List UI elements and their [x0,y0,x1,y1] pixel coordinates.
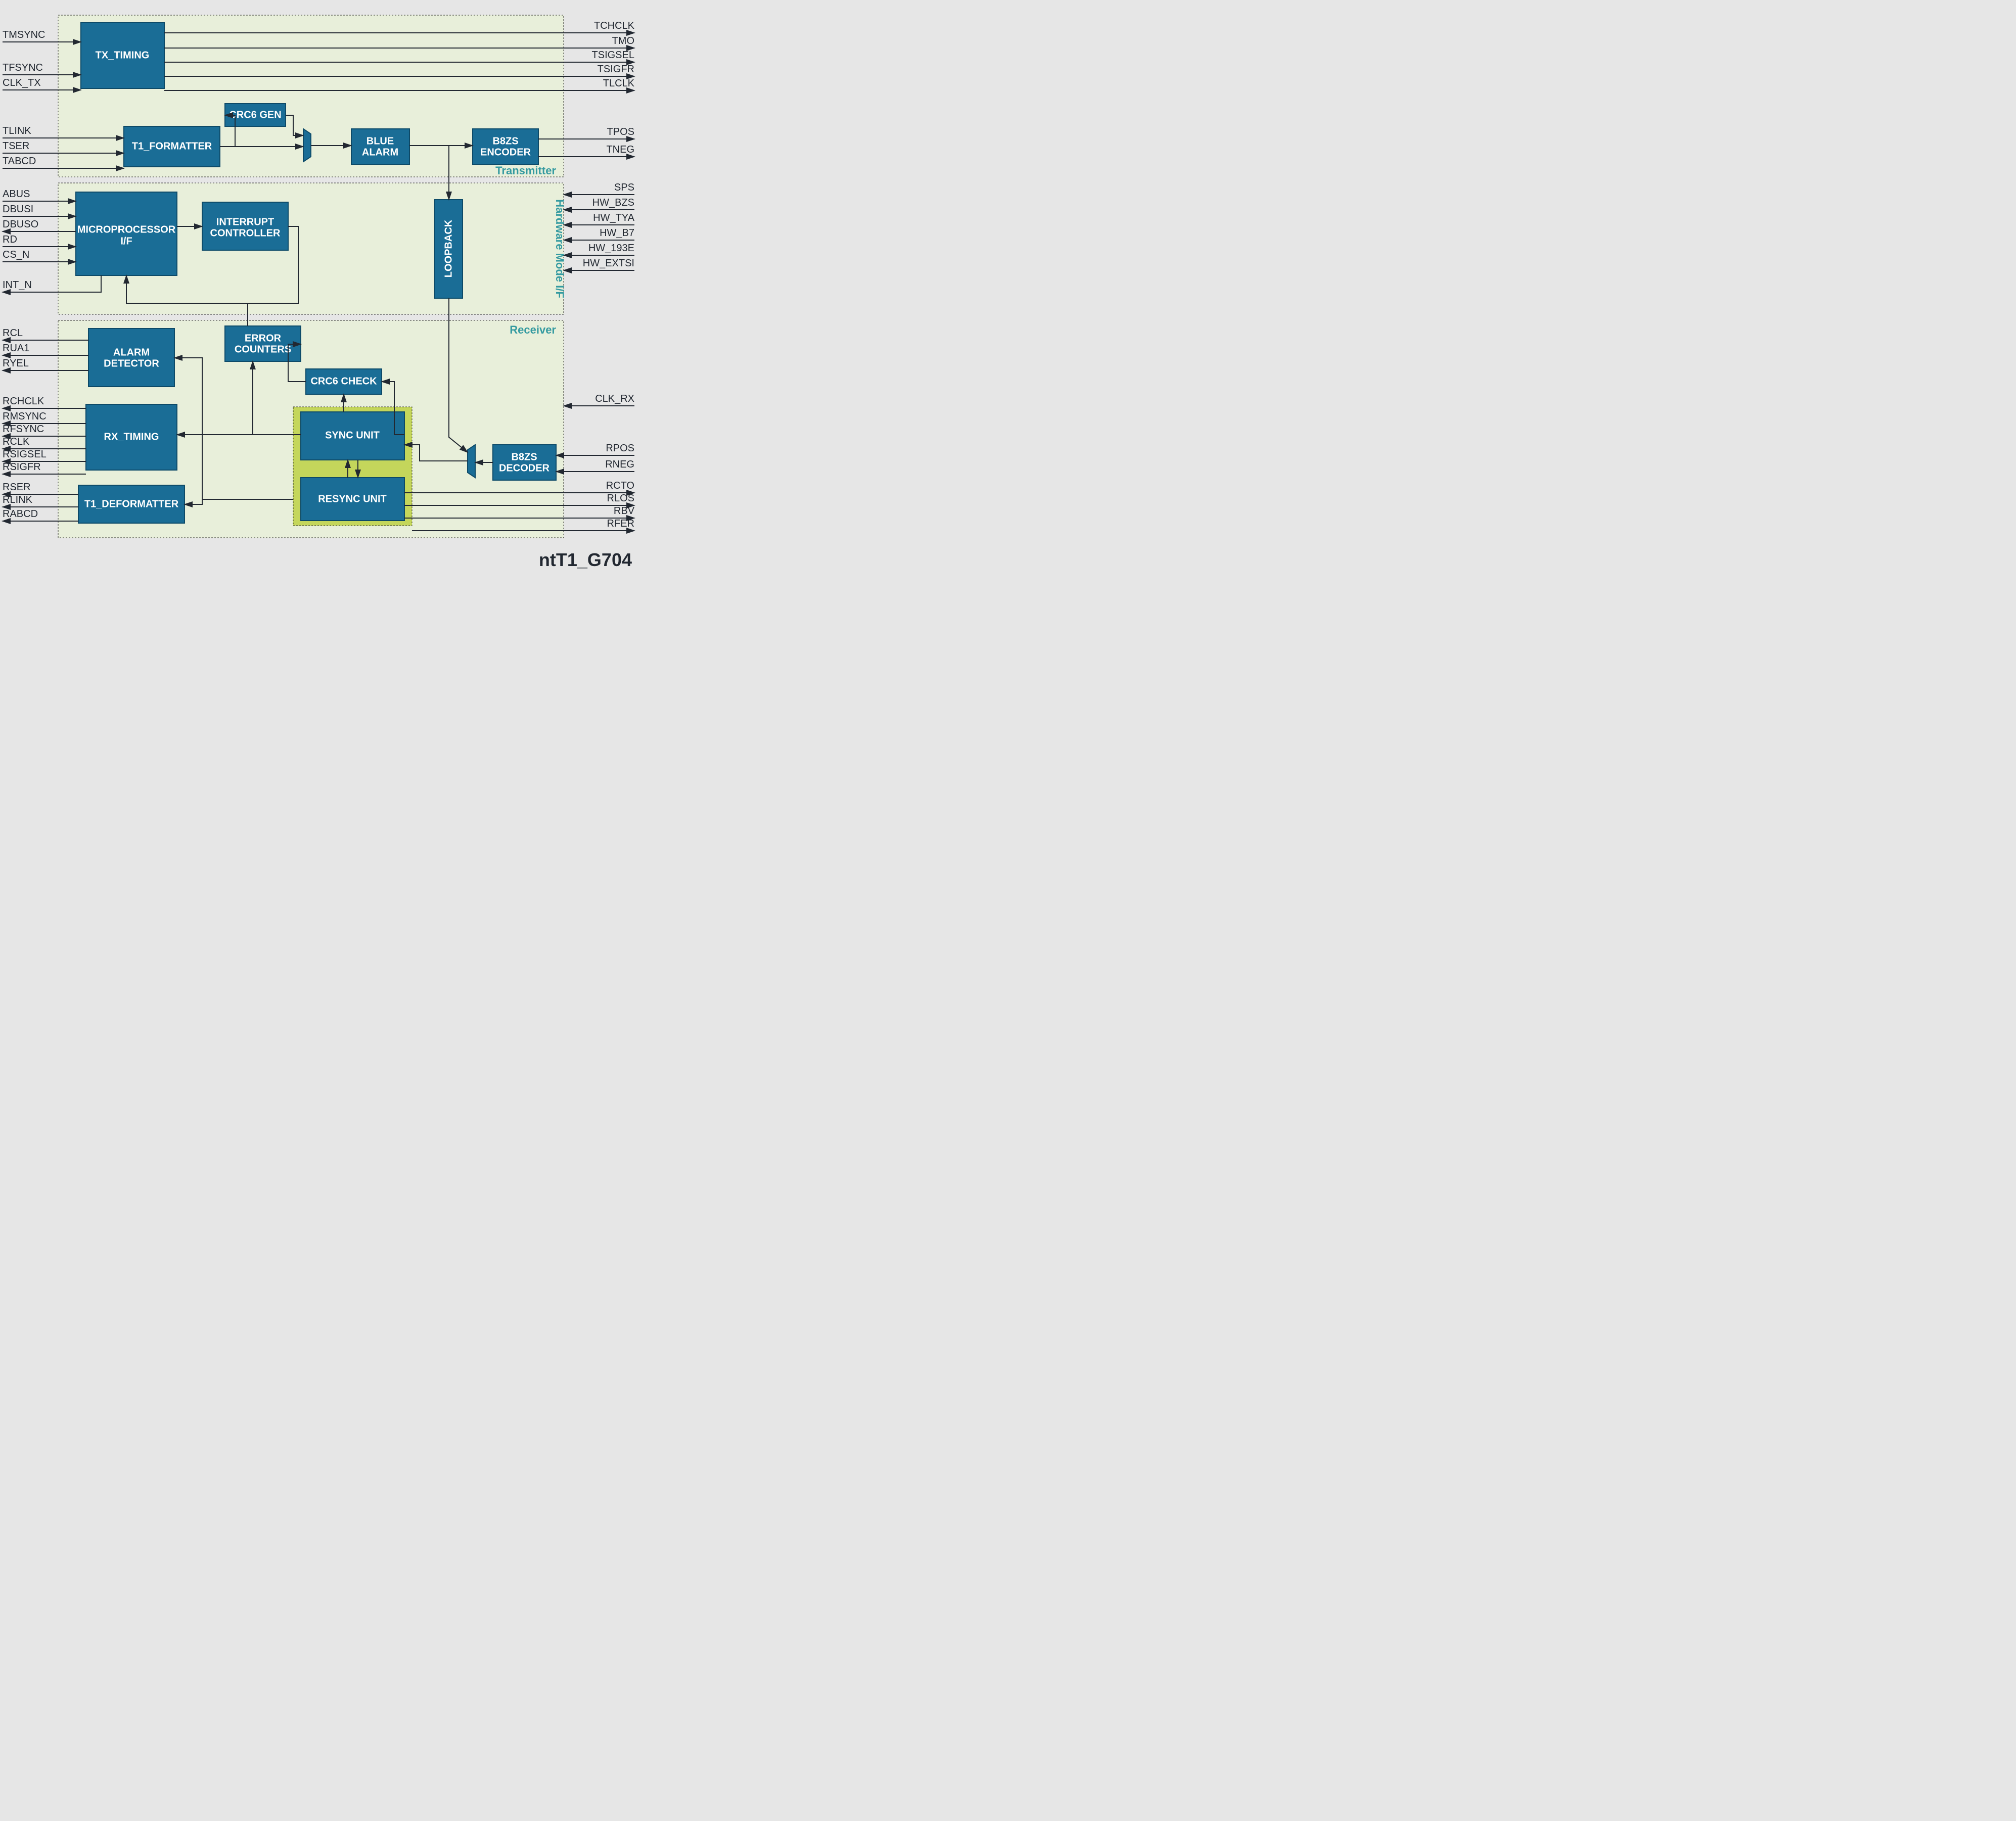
svg-text:RSIGSEL: RSIGSEL [3,449,47,460]
svg-text:TSIGSEL: TSIGSEL [592,50,634,61]
svg-text:SPS: SPS [614,182,634,193]
svg-text:TMSYNC: TMSYNC [3,29,45,40]
svg-text:CONTROLLER: CONTROLLER [210,227,281,239]
panel-transmitter-label: Transmitter [495,164,556,177]
svg-text:RESYNC UNIT: RESYNC UNIT [318,493,387,504]
svg-text:TSIGFR: TSIGFR [598,64,634,75]
diagram-title: ntT1_G704 [539,549,632,570]
block-alarm-detector: ALARM DETECTOR [88,329,174,387]
svg-text:HW_B7: HW_B7 [600,227,634,239]
svg-text:RABCD: RABCD [3,508,38,520]
svg-text:DBUSO: DBUSO [3,219,38,230]
svg-text:T1_FORMATTER: T1_FORMATTER [132,141,212,152]
svg-text:BLUE: BLUE [366,135,394,147]
mux-tx [303,129,311,162]
svg-text:RMSYNC: RMSYNC [3,411,47,422]
svg-text:T1_DEFORMATTER: T1_DEFORMATTER [84,498,179,509]
panel-receiver-label: Receiver [510,323,556,336]
block-resync-unit: RESYNC UNIT [301,478,404,521]
svg-text:TNEG: TNEG [606,144,634,155]
svg-text:TCHCLK: TCHCLK [594,20,635,31]
block-sync-unit: SYNC UNIT [301,412,404,460]
svg-text:MICROPROCESSOR: MICROPROCESSOR [77,224,176,235]
svg-text:ERROR: ERROR [245,333,282,344]
svg-text:RCL: RCL [3,328,23,339]
block-t1-deformatter: T1_DEFORMATTER [78,485,185,523]
block-crc6-check: CRC6 CHECK [306,369,382,394]
svg-text:RNEG: RNEG [605,459,634,470]
svg-text:TX_TIMING: TX_TIMING [96,50,150,61]
mux-rx [468,445,475,478]
svg-text:CLK_TX: CLK_TX [3,77,41,88]
svg-text:CRC6 CHECK: CRC6 CHECK [310,376,377,387]
svg-text:RUA1: RUA1 [3,343,29,354]
svg-text:HW_193E: HW_193E [588,243,634,254]
svg-text:RLOS: RLOS [607,493,634,504]
block-b8zs-encoder: B8ZS ENCODER [473,129,538,164]
svg-text:RD: RD [3,234,17,245]
svg-text:HW_EXTSI: HW_EXTSI [583,258,634,269]
svg-text:CLK_RX: CLK_RX [595,393,634,404]
svg-text:ENCODER: ENCODER [480,147,531,158]
block-blue-alarm: BLUE ALARM [351,129,409,164]
svg-text:B8ZS: B8ZS [492,135,518,147]
block-loopback: LOOPBACK [435,200,463,298]
svg-text:RSER: RSER [3,482,31,493]
svg-text:INTERRUPT: INTERRUPT [216,216,274,227]
svg-text:RX_TIMING: RX_TIMING [104,431,159,442]
svg-text:ALARM: ALARM [113,347,150,358]
svg-text:TPOS: TPOS [607,126,634,137]
block-tx-timing: TX_TIMING [81,23,164,88]
svg-text:CRC6 GEN: CRC6 GEN [229,109,281,120]
svg-text:RBV: RBV [614,505,635,517]
svg-text:RPOS: RPOS [606,443,634,454]
svg-text:RSIGFR: RSIGFR [3,461,41,473]
svg-text:TLCLK: TLCLK [603,78,635,89]
svg-text:RCHCLK: RCHCLK [3,396,44,407]
svg-text:TABCD: TABCD [3,156,36,167]
block-rx-timing: RX_TIMING [86,404,177,470]
svg-text:B8ZS: B8ZS [511,451,537,462]
svg-text:RYEL: RYEL [3,358,29,369]
svg-text:RFSYNC: RFSYNC [3,424,44,435]
svg-text:TLINK: TLINK [3,125,31,136]
block-b8zs-decoder: B8ZS DECODER [493,445,556,480]
svg-text:DBUSI: DBUSI [3,204,33,215]
block-microprocessor: MICROPROCESSOR I/F [76,192,177,275]
svg-text:INT_N: INT_N [3,279,32,291]
svg-text:TMO: TMO [612,35,634,46]
svg-text:HW_TYA: HW_TYA [593,212,635,223]
svg-text:RFER: RFER [607,518,634,529]
svg-text:DETECTOR: DETECTOR [104,358,159,369]
svg-text:DECODER: DECODER [499,462,550,474]
svg-text:ABUS: ABUS [3,189,30,200]
svg-text:RLINK: RLINK [3,494,33,505]
svg-text:SYNC UNIT: SYNC UNIT [325,430,380,441]
svg-text:CS_N: CS_N [3,249,29,260]
svg-text:ALARM: ALARM [362,147,398,158]
svg-text:COUNTERS: COUNTERS [235,344,291,355]
svg-text:TSER: TSER [3,141,29,152]
panel-hwmode-label: Hardware Mode I/F [554,199,566,298]
block-interrupt-controller: INTERRUPT CONTROLLER [202,202,288,250]
svg-text:TFSYNC: TFSYNC [3,62,43,73]
svg-text:RCLK: RCLK [3,436,30,447]
svg-text:LOOPBACK: LOOPBACK [443,219,454,277]
svg-text:I/F: I/F [120,236,132,247]
block-t1-formatter: T1_FORMATTER [124,126,220,167]
svg-text:RCTO: RCTO [606,480,634,491]
svg-text:HW_BZS: HW_BZS [592,197,634,208]
